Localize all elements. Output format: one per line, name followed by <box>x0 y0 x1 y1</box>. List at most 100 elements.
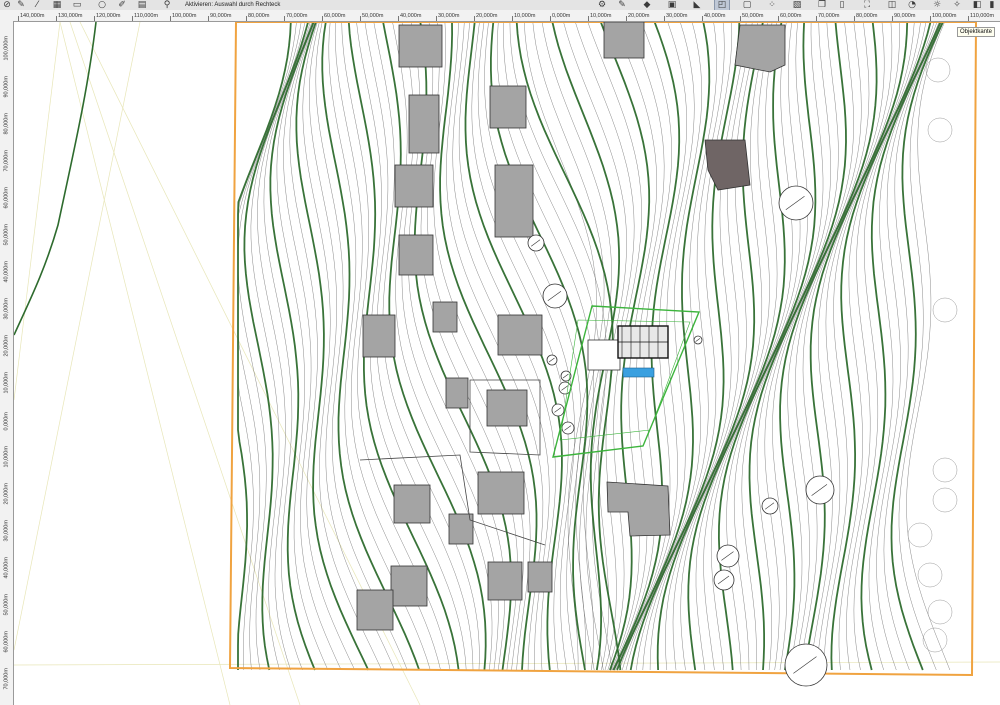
ruler-tick <box>588 16 589 21</box>
pool[interactable] <box>622 367 655 378</box>
zoom-icon[interactable]: ⚲ <box>160 0 174 10</box>
tree-outline <box>927 117 953 143</box>
ruler-label: 100,000m <box>3 36 10 61</box>
stack-icon[interactable]: ▤ <box>135 0 149 10</box>
tree[interactable] <box>805 475 835 505</box>
ruler-label: 90,000m <box>210 13 232 19</box>
compass-icon[interactable]: ◔ <box>905 0 919 10</box>
building[interactable] <box>477 471 525 515</box>
building[interactable] <box>497 314 543 356</box>
lasso-icon[interactable]: ○ <box>95 0 109 10</box>
ruler-label: 10,000m <box>514 13 536 19</box>
render-icon[interactable]: ◧ <box>970 0 984 10</box>
pen-icon[interactable]: ✎ <box>14 0 28 10</box>
ruler-tick <box>18 16 19 21</box>
select-icon[interactable]: ◰ <box>714 0 730 10</box>
ruler-label: 60,000m <box>3 187 10 209</box>
page-icon[interactable]: ▯ <box>835 0 849 10</box>
fit-icon[interactable]: ⛶ <box>860 0 874 10</box>
ruler-label: 30,000m <box>666 13 688 19</box>
ruler-label: 60,000m <box>780 13 802 19</box>
tree[interactable] <box>784 643 828 687</box>
thin-contour-line <box>283 22 342 671</box>
building[interactable] <box>487 561 523 601</box>
building[interactable] <box>390 565 428 607</box>
ruler-label: 40,000m <box>3 261 10 283</box>
building[interactable] <box>445 377 469 409</box>
vertical-ruler[interactable]: 100,000m 90,000m 80,000m 70,000m 60,000m 50,0… <box>0 21 14 705</box>
brush-icon[interactable]: ✐ <box>115 0 129 10</box>
building[interactable] <box>398 24 443 68</box>
building[interactable] <box>486 389 528 427</box>
ruler-label: 70,000m <box>286 13 308 19</box>
ruler-tick <box>512 16 513 21</box>
ruler-tick <box>550 16 551 21</box>
ruler-label: 110,000m <box>970 13 995 19</box>
building[interactable] <box>527 561 553 593</box>
building[interactable] <box>362 314 396 358</box>
gear-icon[interactable]: ⚙ <box>595 0 609 10</box>
ruler-label: 50,000m <box>742 13 764 19</box>
ruler-label: 20,000m <box>476 13 498 19</box>
thin-contour-line <box>906 22 951 671</box>
ruler-label: 20,000m <box>628 13 650 19</box>
ruler-tick <box>436 16 437 21</box>
building[interactable] <box>393 484 431 524</box>
tree-outline <box>925 57 951 83</box>
thin-contour-line <box>741 22 839 671</box>
building[interactable] <box>432 301 458 333</box>
rectangle-icon[interactable]: ▭ <box>70 0 84 10</box>
frame-icon[interactable]: ▢ <box>740 0 754 10</box>
ruler-label: 140,000m <box>20 13 45 19</box>
ruler-label: 50,000m <box>3 224 10 246</box>
tree[interactable] <box>542 283 568 309</box>
light-icon[interactable]: ✧ <box>950 0 964 10</box>
building[interactable] <box>398 234 434 276</box>
wand-icon[interactable]: ⁄ <box>30 0 44 10</box>
ruler-label: 80,000m <box>3 113 10 135</box>
horizontal-ruler[interactable]: 140,000m 130,000m 120,000m 110,000m 100,000m… <box>0 10 1000 22</box>
ruler-tick <box>360 16 361 21</box>
monitor-icon[interactable]: ▣ <box>665 0 679 10</box>
sheet-icon[interactable]: ▧ <box>790 0 804 10</box>
cube-icon[interactable]: ◫ <box>885 0 899 10</box>
tree[interactable] <box>778 185 814 221</box>
paint-icon[interactable]: ◆ <box>640 0 654 10</box>
terrace[interactable] <box>587 339 621 371</box>
ruler-tick <box>702 16 703 21</box>
building[interactable] <box>603 22 645 59</box>
grid-icon[interactable]: ⁘ <box>765 0 779 10</box>
sun-icon[interactable]: ☼ <box>930 0 944 10</box>
battery-icon[interactable]: ▮ <box>985 0 999 10</box>
building[interactable] <box>356 589 394 631</box>
building[interactable] <box>394 164 434 208</box>
building[interactable] <box>408 94 440 154</box>
no-entry-icon[interactable]: ⊘ <box>0 0 14 10</box>
tree[interactable] <box>716 544 740 568</box>
guide-line <box>14 22 141 651</box>
ruler-tick <box>740 16 741 21</box>
building[interactable] <box>734 24 786 73</box>
ruler-label: 0,000m <box>552 13 571 19</box>
ruler-label: 10,000m <box>590 13 612 19</box>
ruler-label: 30,000m <box>438 13 460 19</box>
drawing-canvas[interactable] <box>14 22 1000 705</box>
building[interactable] <box>494 164 534 238</box>
ruler-label: 20,000m <box>3 483 10 505</box>
ruler-label: 40,000m <box>3 557 10 579</box>
building-dark-roof[interactable] <box>704 139 751 191</box>
building[interactable] <box>489 85 527 129</box>
copy-icon[interactable]: ❐ <box>815 0 829 10</box>
ruler-tick <box>892 16 893 21</box>
tree-outline <box>907 522 933 548</box>
ruler-label: 10,000m <box>3 446 10 468</box>
layers-icon[interactable]: ▦ <box>50 0 64 10</box>
project-house[interactable] <box>552 305 701 458</box>
guide-line <box>69 22 301 705</box>
ruler-tick <box>94 16 95 21</box>
pencil-icon[interactable]: ✎ <box>615 0 629 10</box>
tag-icon[interactable]: ◣ <box>690 0 704 10</box>
guide-line <box>14 661 1000 666</box>
building[interactable] <box>606 481 671 537</box>
outer-contour-line <box>14 22 97 336</box>
